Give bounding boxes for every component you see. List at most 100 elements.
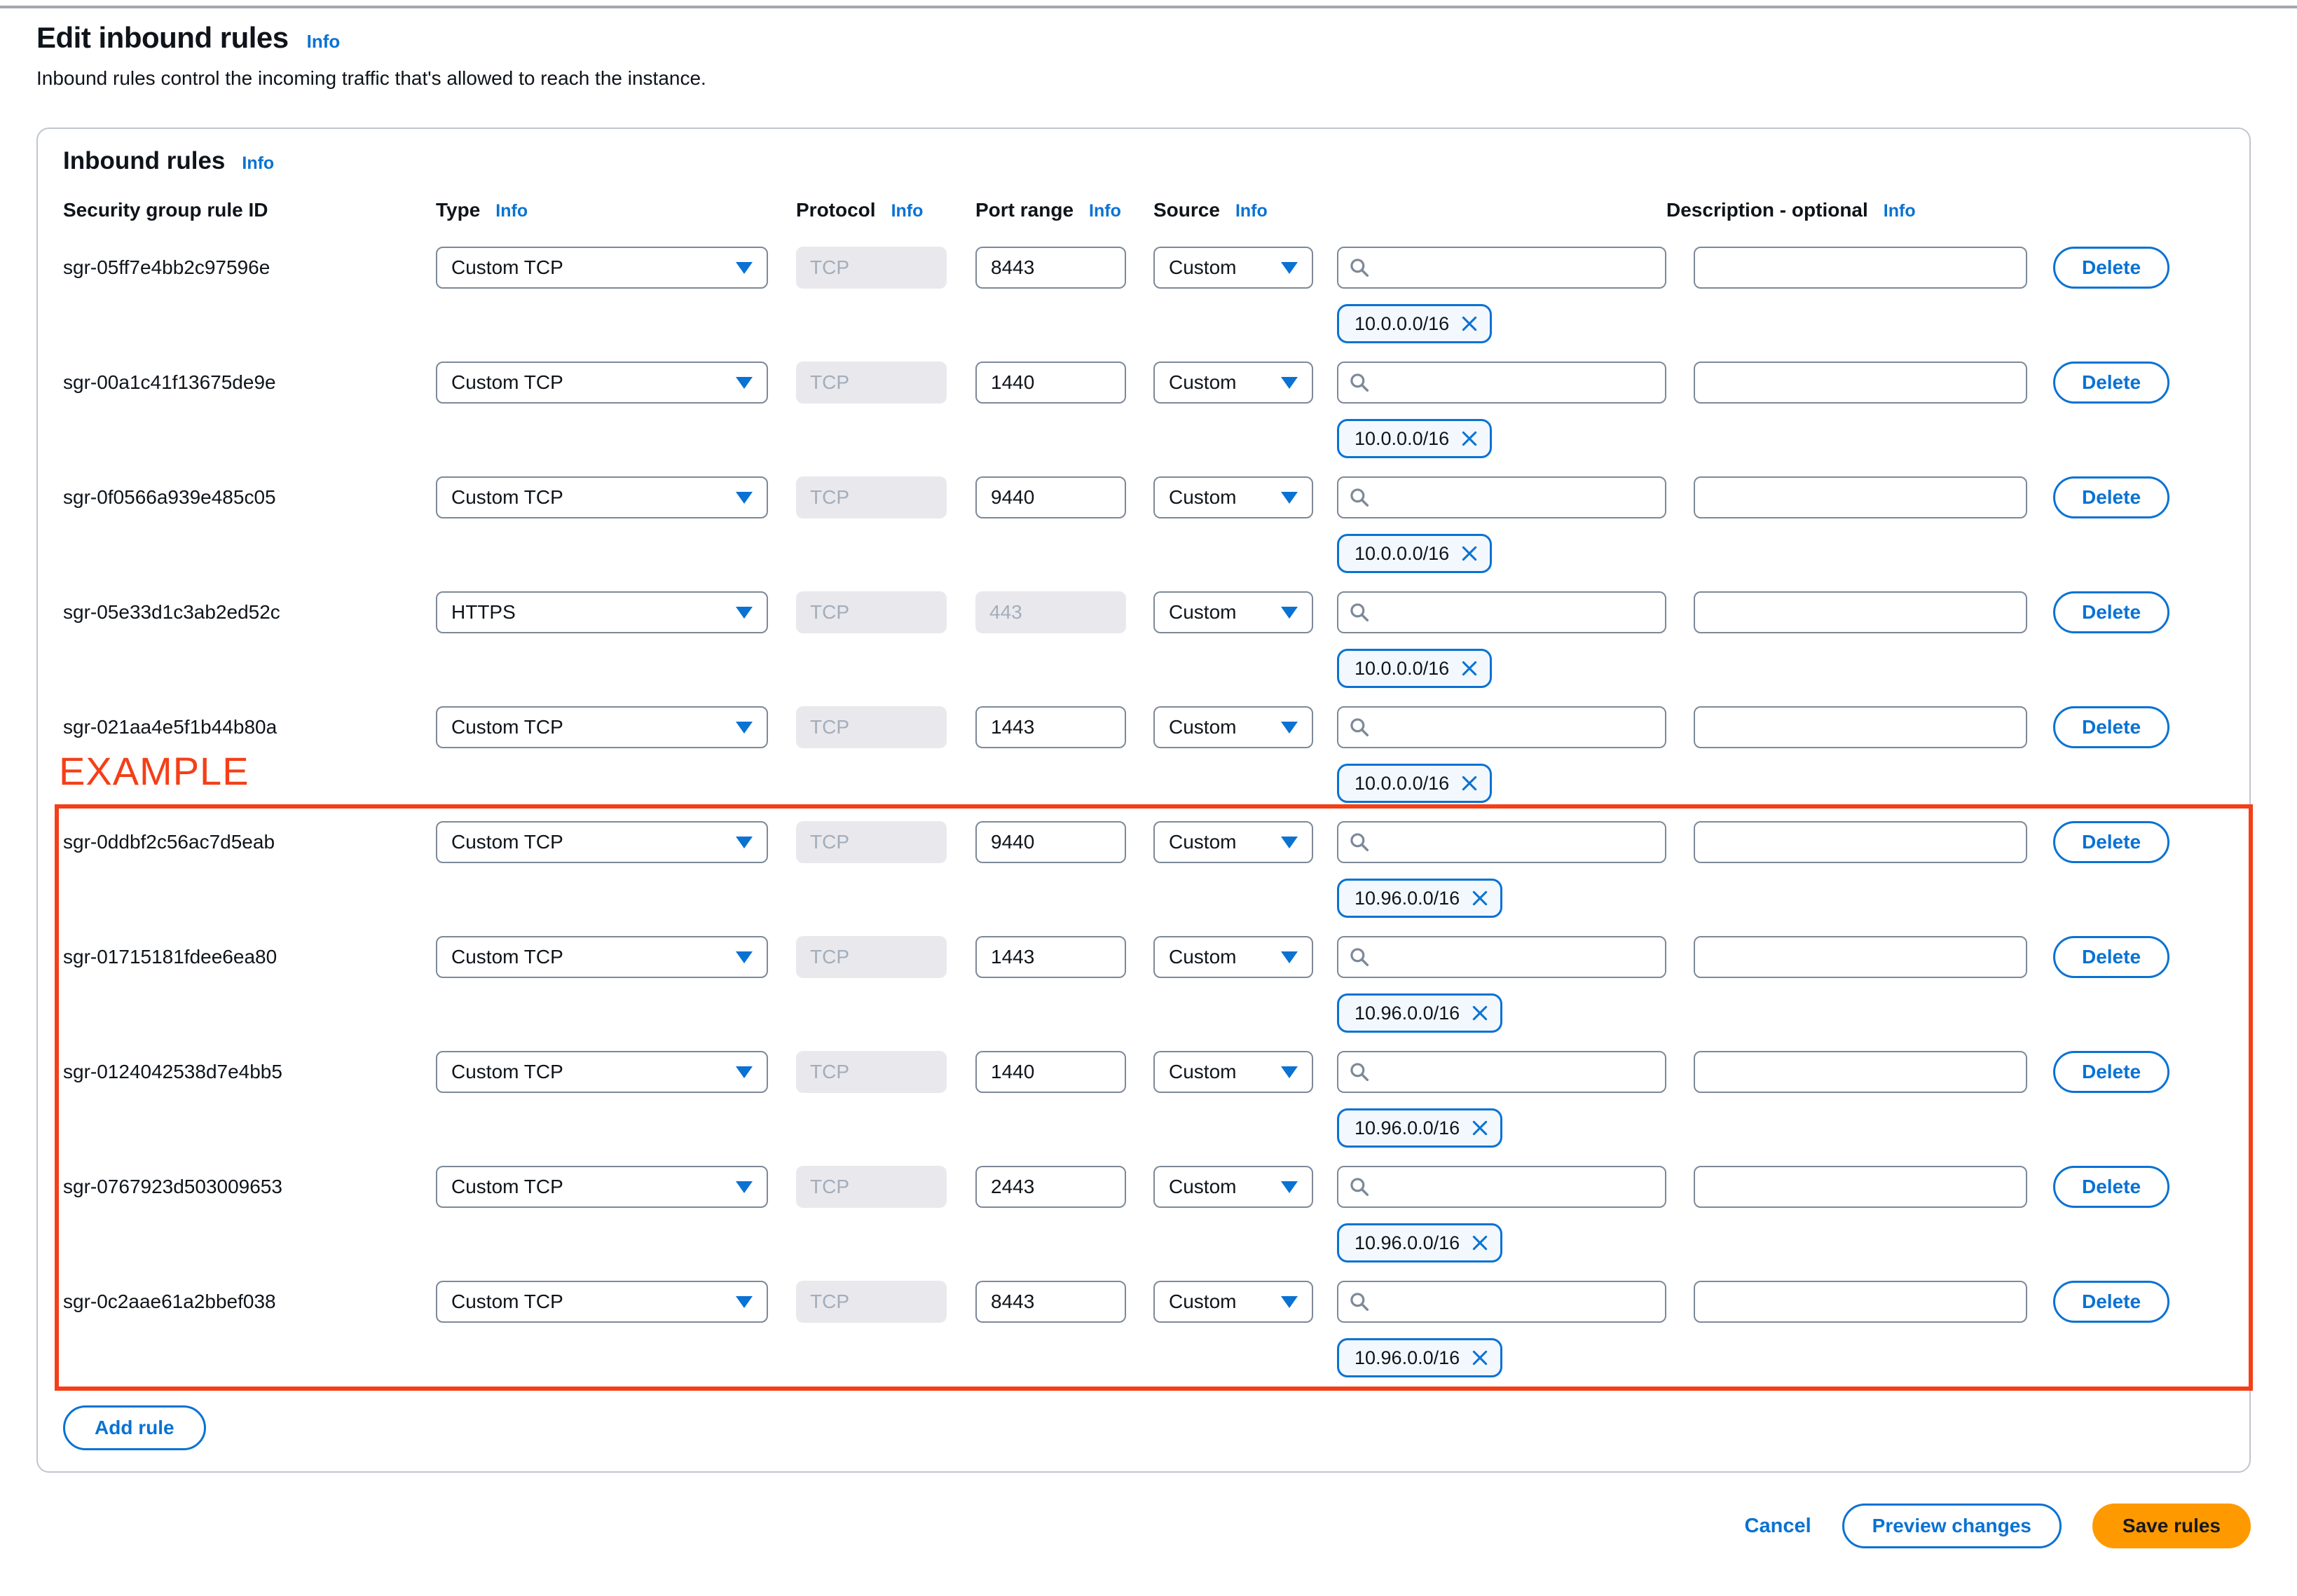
source-search-input[interactable] xyxy=(1337,821,1666,863)
source-select[interactable]: Custom xyxy=(1153,936,1313,978)
delete-button[interactable]: Delete xyxy=(2053,247,2169,289)
delete-button[interactable]: Delete xyxy=(2053,476,2169,518)
port-range-input[interactable]: 9440 xyxy=(975,476,1126,518)
page-title-info-link[interactable]: Info xyxy=(307,31,341,53)
type-select[interactable]: Custom TCP xyxy=(436,1051,768,1093)
port-range-input[interactable]: 1443 xyxy=(975,936,1126,978)
port-range-input[interactable]: 9440 xyxy=(975,821,1126,863)
source-search-text[interactable] xyxy=(1379,946,1655,968)
source-search-text[interactable] xyxy=(1379,1291,1655,1313)
source-select[interactable]: Custom xyxy=(1153,1166,1313,1208)
description-input[interactable] xyxy=(1694,1281,2027,1323)
type-select[interactable]: Custom TCP xyxy=(436,247,768,289)
type-select[interactable]: Custom TCP xyxy=(436,706,768,748)
source-search-input[interactable] xyxy=(1337,1051,1666,1093)
description-text[interactable] xyxy=(1709,946,2012,968)
source-search-text[interactable] xyxy=(1379,1176,1655,1198)
description-input[interactable] xyxy=(1694,362,2027,404)
source-search-input[interactable] xyxy=(1337,247,1666,289)
cancel-button[interactable]: Cancel xyxy=(1745,1515,1811,1538)
description-text[interactable] xyxy=(1709,486,2012,509)
source-select[interactable]: Custom xyxy=(1153,591,1313,633)
chip-remove-icon[interactable] xyxy=(1471,889,1489,907)
description-text[interactable] xyxy=(1709,1291,2012,1313)
port-range-input[interactable]: 8443 xyxy=(975,247,1126,289)
type-select[interactable]: Custom TCP xyxy=(436,1281,768,1323)
description-input[interactable] xyxy=(1694,1166,2027,1208)
type-select[interactable]: Custom TCP xyxy=(436,936,768,978)
source-search-input[interactable] xyxy=(1337,1166,1666,1208)
delete-button[interactable]: Delete xyxy=(2053,1051,2169,1093)
chip-remove-icon[interactable] xyxy=(1471,1234,1489,1252)
chip-remove-icon[interactable] xyxy=(1471,1119,1489,1137)
source-search-input[interactable] xyxy=(1337,591,1666,633)
description-input[interactable] xyxy=(1694,1051,2027,1093)
source-search-text[interactable] xyxy=(1379,486,1655,509)
source-select[interactable]: Custom xyxy=(1153,821,1313,863)
source-search-input[interactable] xyxy=(1337,476,1666,518)
delete-button[interactable]: Delete xyxy=(2053,821,2169,863)
source-search-text[interactable] xyxy=(1379,256,1655,279)
description-input[interactable] xyxy=(1694,821,2027,863)
port-range-input[interactable]: 1440 xyxy=(975,1051,1126,1093)
source-search-input[interactable] xyxy=(1337,1281,1666,1323)
type-select[interactable]: Custom TCP xyxy=(436,821,768,863)
protocol-info-link[interactable]: Info xyxy=(891,201,924,221)
panel-heading-info-link[interactable]: Info xyxy=(242,153,274,174)
description-text[interactable] xyxy=(1709,601,2012,624)
source-search-text[interactable] xyxy=(1379,716,1655,738)
description-input[interactable] xyxy=(1694,591,2027,633)
source-select[interactable]: Custom xyxy=(1153,1281,1313,1323)
port-range-input[interactable]: 1440 xyxy=(975,362,1126,404)
delete-button[interactable]: Delete xyxy=(2053,1281,2169,1323)
delete-button[interactable]: Delete xyxy=(2053,706,2169,748)
type-info-link[interactable]: Info xyxy=(495,201,528,221)
source-search-text[interactable] xyxy=(1379,1061,1655,1083)
source-search-input[interactable] xyxy=(1337,362,1666,404)
chip-remove-icon[interactable] xyxy=(1460,544,1479,563)
chip-remove-icon[interactable] xyxy=(1471,1349,1489,1367)
description-input[interactable] xyxy=(1694,247,2027,289)
port-range-input[interactable]: 1443 xyxy=(975,706,1126,748)
port-range-input[interactable]: 2443 xyxy=(975,1166,1126,1208)
delete-button[interactable]: Delete xyxy=(2053,362,2169,404)
chip-remove-icon[interactable] xyxy=(1460,659,1479,677)
source-search-text[interactable] xyxy=(1379,831,1655,853)
source-search-input[interactable] xyxy=(1337,936,1666,978)
type-select[interactable]: Custom TCP xyxy=(436,362,768,404)
source-select[interactable]: Custom xyxy=(1153,247,1313,289)
chip-remove-icon[interactable] xyxy=(1460,429,1479,448)
source-select[interactable]: Custom xyxy=(1153,706,1313,748)
description-text[interactable] xyxy=(1709,1176,2012,1198)
description-input[interactable] xyxy=(1694,936,2027,978)
delete-button[interactable]: Delete xyxy=(2053,591,2169,633)
chip-remove-icon[interactable] xyxy=(1460,315,1479,333)
type-select[interactable]: HTTPS xyxy=(436,591,768,633)
description-text[interactable] xyxy=(1709,831,2012,853)
description-text[interactable] xyxy=(1709,256,2012,279)
type-select[interactable]: Custom TCP xyxy=(436,476,768,518)
chip-remove-icon[interactable] xyxy=(1460,774,1479,792)
add-rule-button[interactable]: Add rule xyxy=(63,1405,206,1450)
chip-remove-icon[interactable] xyxy=(1471,1004,1489,1022)
preview-changes-button[interactable]: Preview changes xyxy=(1842,1504,2062,1548)
delete-button[interactable]: Delete xyxy=(2053,936,2169,978)
description-input[interactable] xyxy=(1694,706,2027,748)
delete-button[interactable]: Delete xyxy=(2053,1166,2169,1208)
source-info-link[interactable]: Info xyxy=(1235,201,1268,221)
description-input[interactable] xyxy=(1694,476,2027,518)
port-range-input[interactable]: 8443 xyxy=(975,1281,1126,1323)
source-select[interactable]: Custom xyxy=(1153,1051,1313,1093)
port-range-info-link[interactable]: Info xyxy=(1089,201,1121,221)
description-info-link[interactable]: Info xyxy=(1884,201,1916,221)
source-search-text[interactable] xyxy=(1379,371,1655,394)
description-text[interactable] xyxy=(1709,716,2012,738)
save-rules-button[interactable]: Save rules xyxy=(2092,1504,2251,1548)
source-select[interactable]: Custom xyxy=(1153,362,1313,404)
type-select[interactable]: Custom TCP xyxy=(436,1166,768,1208)
description-text[interactable] xyxy=(1709,1061,2012,1083)
description-text[interactable] xyxy=(1709,371,2012,394)
source-search-input[interactable] xyxy=(1337,706,1666,748)
source-search-text[interactable] xyxy=(1379,601,1655,624)
source-select[interactable]: Custom xyxy=(1153,476,1313,518)
